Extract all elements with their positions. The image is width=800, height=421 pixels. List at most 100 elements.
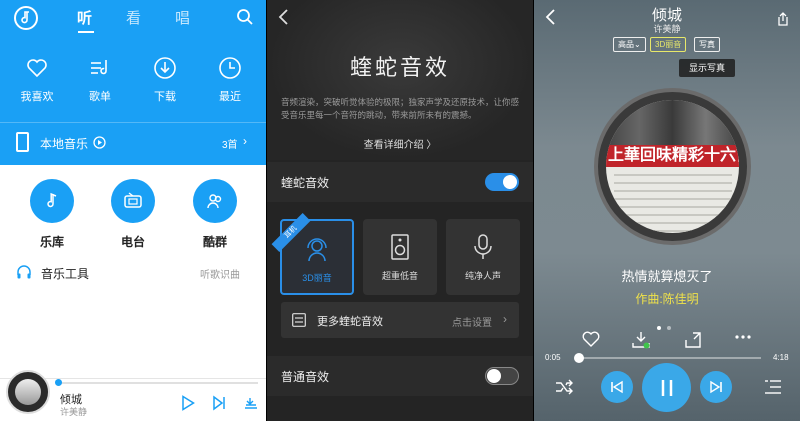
- effect-card-vocal[interactable]: 纯净人声: [446, 219, 520, 295]
- tab-sing[interactable]: 唱: [175, 7, 190, 28]
- effects-description: 音频渲染，突破听觉体验的极限；独家声学及还原技术，让你感受音乐里每一个音符的跳动…: [281, 97, 520, 120]
- mini-player-artist: 许美静: [60, 407, 88, 417]
- quality-pill[interactable]: 高品⌄: [613, 37, 646, 52]
- search-icon[interactable]: [236, 8, 254, 26]
- normal-effect-label: 普通音效: [281, 370, 330, 384]
- more-effects-row[interactable]: 更多蝰蛇音效 点击设置 ›: [281, 302, 519, 338]
- download-icon: [153, 56, 177, 80]
- next-icon: [710, 380, 722, 394]
- cover-tracklist: [614, 174, 732, 233]
- queue-icon[interactable]: [243, 395, 259, 411]
- quick-recent[interactable]: 最近: [202, 56, 258, 104]
- microphone-icon: [469, 233, 497, 261]
- progress-handle[interactable]: [573, 353, 584, 363]
- previous-icon: [611, 380, 623, 394]
- music-tools-row[interactable]: 音乐工具 听歌识曲: [0, 258, 266, 288]
- category-label: 电台: [120, 235, 145, 249]
- quick-label: 最近: [219, 91, 241, 103]
- more-icon[interactable]: [734, 334, 752, 340]
- app-logo-icon[interactable]: [14, 6, 38, 30]
- quick-downloads[interactable]: 下载: [137, 56, 193, 104]
- effects-title: 蝰蛇音效: [349, 55, 450, 80]
- headphone-person-icon: [303, 235, 331, 263]
- play-icon[interactable]: [181, 395, 195, 411]
- cover-title: 上華回味精彩十六首: [606, 145, 739, 167]
- share-box-icon[interactable]: [684, 331, 702, 349]
- group-icon: [193, 179, 237, 223]
- toggle-knob: [487, 369, 501, 383]
- phone-icon: [16, 132, 29, 152]
- photo-pill[interactable]: 写真: [694, 37, 720, 52]
- top-bar: 听 看 唱: [0, 0, 266, 36]
- album-disc: 上華回味精彩十六首: [594, 88, 751, 245]
- time-current: 0:05: [545, 353, 561, 362]
- clock-icon: [218, 56, 242, 80]
- speaker-icon: [386, 233, 414, 261]
- heart-icon: [25, 56, 49, 80]
- shuffle-icon[interactable]: [555, 379, 573, 395]
- viper-effect-row: 蝰蛇音效: [267, 162, 533, 202]
- music-tools-label: 音乐工具: [41, 267, 90, 281]
- effect-card-label: 纯净人声: [464, 271, 501, 281]
- effect-card-bass[interactable]: 超重低音: [363, 219, 437, 295]
- playlist-icon: [88, 56, 112, 80]
- category-group[interactable]: 酷群: [190, 179, 240, 250]
- category-label: 酷群: [202, 235, 227, 249]
- pause-button[interactable]: [642, 363, 691, 412]
- share-icon[interactable]: [775, 11, 791, 27]
- playlist-icon[interactable]: [764, 379, 782, 395]
- headphone-icon: [16, 264, 32, 280]
- quick-label: 歌单: [89, 91, 111, 103]
- chevron-down-icon: ⌄: [634, 40, 641, 49]
- effect-card-3d[interactable]: 耳机 3D丽音: [271, 213, 354, 295]
- category-label: 乐库: [39, 235, 64, 249]
- page-dots: [654, 317, 674, 335]
- quick-favorites[interactable]: 我喜欢: [9, 56, 65, 104]
- now-playing-screen: 倾城 许美静 高品⌄ 3D丽音 写真 显示写真 上華回味精彩十六首 热情就算熄灭…: [534, 0, 800, 421]
- page-dot: [667, 326, 671, 330]
- download-icon[interactable]: [632, 331, 650, 349]
- tab-listen[interactable]: 听: [77, 7, 92, 28]
- page-dot: [657, 326, 661, 330]
- radio-icon: [111, 179, 155, 223]
- mini-player-progress[interactable]: [55, 379, 258, 386]
- now-playing-artist[interactable]: 许美静: [534, 22, 800, 35]
- progress-handle[interactable]: [55, 379, 62, 386]
- quick-label: 我喜欢: [20, 91, 54, 103]
- time-total: 4:18: [773, 353, 789, 362]
- next-icon[interactable]: [212, 395, 226, 411]
- music-recognition-link[interactable]: 听歌识曲: [200, 266, 240, 281]
- normal-effect-toggle[interactable]: [485, 367, 519, 385]
- tab-watch[interactable]: 看: [126, 7, 141, 28]
- 3d-effect-pill[interactable]: 3D丽音: [650, 37, 687, 52]
- next-button[interactable]: [700, 371, 732, 403]
- local-music-row[interactable]: 本地音乐 3首 ›: [0, 122, 266, 162]
- viper-effect-toggle[interactable]: [485, 173, 519, 191]
- photo-tooltip: 显示写真: [679, 59, 735, 77]
- sliders-icon: [292, 313, 306, 327]
- album-cover: 上華回味精彩十六首: [606, 100, 739, 233]
- home-screen: 听 看 唱 我喜欢 歌单 下载 最近 本地音乐 3首 › 乐库 电台 酷群 音乐…: [0, 0, 266, 421]
- quality-label: 高品: [618, 40, 634, 49]
- album-cover: [15, 379, 41, 405]
- lyric-line: 热情就算熄灭了: [621, 269, 713, 284]
- category-radio[interactable]: 电台: [108, 179, 158, 250]
- local-music-label: 本地音乐: [40, 137, 89, 151]
- sound-effects-screen: 蝰蛇音效 音频渲染，突破听觉体验的极限；独家声学及还原技术，让你感受音乐里每一个…: [267, 0, 533, 421]
- album-disc[interactable]: [6, 370, 50, 414]
- play-circle-icon[interactable]: [93, 136, 106, 149]
- previous-button[interactable]: [601, 371, 633, 403]
- quick-playlists[interactable]: 歌单: [72, 56, 128, 104]
- chevron-right-icon: ›: [503, 312, 507, 326]
- progress-bar[interactable]: [573, 353, 761, 363]
- more-effects-setting: 点击设置: [452, 318, 492, 329]
- heart-icon[interactable]: [582, 331, 600, 347]
- back-arrow-icon[interactable]: [277, 8, 291, 26]
- more-effects-label: 更多蝰蛇音效: [317, 316, 383, 328]
- category-library[interactable]: 乐库: [27, 179, 77, 250]
- quick-label: 下载: [154, 91, 176, 103]
- effect-card-label: 超重低音: [381, 271, 418, 281]
- toggle-knob: [503, 175, 517, 189]
- detail-link[interactable]: 查看详细介绍 〉: [267, 136, 533, 151]
- cover-photo: [606, 100, 739, 145]
